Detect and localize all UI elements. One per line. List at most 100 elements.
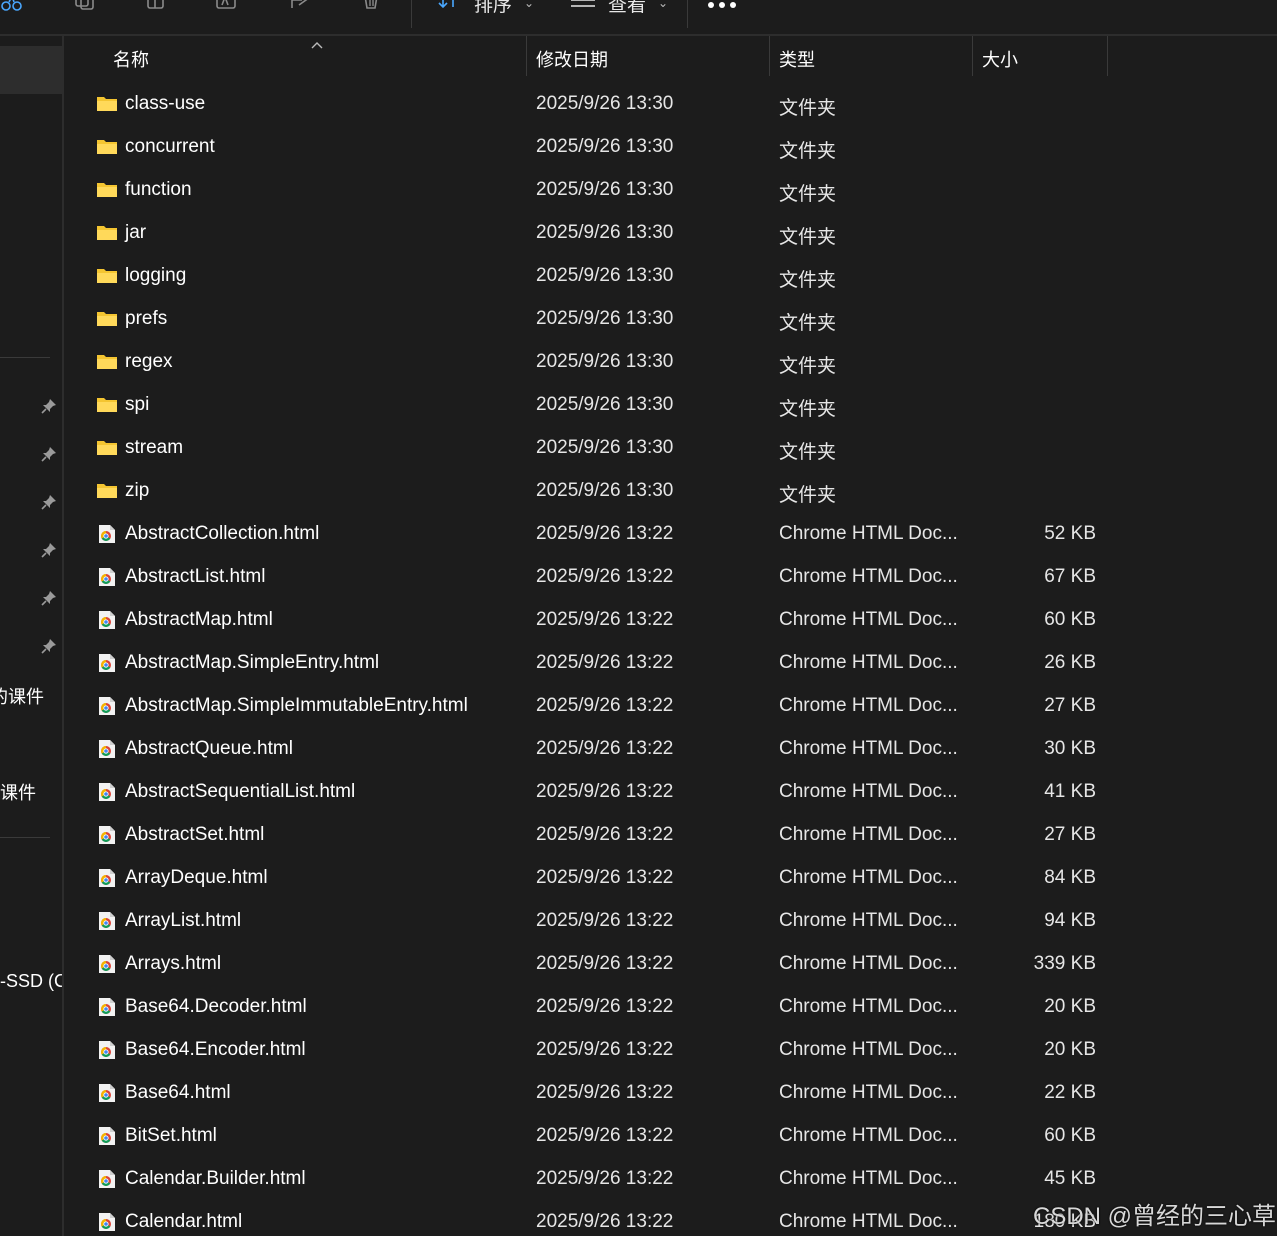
file-size: 339 KB (1033, 953, 1096, 974)
file-row[interactable]: concurrent 2025/9/26 13:30 文件夹 (66, 126, 1277, 169)
file-size: 26 KB (1044, 652, 1096, 673)
column-header-name[interactable]: 名称 (113, 46, 149, 72)
file-row[interactable]: regex 2025/9/26 13:30 文件夹 (66, 341, 1277, 384)
pin-icon (40, 445, 58, 463)
file-date: 2025/9/26 13:30 (536, 351, 674, 372)
sidebar-item-label[interactable]: 课件 (0, 779, 36, 805)
chrome-html-icon (96, 782, 118, 802)
file-type: 文件夹 (779, 356, 837, 377)
file-row[interactable]: AbstractMap.html 2025/9/26 13:22 Chrome … (66, 599, 1277, 642)
file-date: 2025/9/26 13:22 (536, 781, 674, 802)
watermark-text: CSDN @曾经的三心草 (1033, 1203, 1277, 1230)
file-row[interactable]: AbstractSequentialList.html 2025/9/26 13… (66, 771, 1277, 814)
file-size: 60 KB (1044, 1125, 1096, 1146)
file-size: 60 KB (1044, 609, 1096, 630)
sidebar-divider (0, 837, 50, 838)
file-row[interactable]: Arrays.html 2025/9/26 13:22 Chrome HTML … (66, 943, 1277, 986)
file-name: zip (125, 480, 150, 501)
sidebar-item-label[interactable]: -SSD (C (0, 971, 62, 992)
file-name: AbstractMap.SimpleEntry.html (125, 652, 380, 673)
file-size: 52 KB (1044, 523, 1096, 544)
file-size: 30 KB (1044, 738, 1096, 759)
navigation-pane: 的课件 课件 -SSD (C (0, 36, 64, 1236)
pin-icon (40, 589, 58, 607)
file-row[interactable]: ArrayDeque.html 2025/9/26 13:22 Chrome H… (66, 857, 1277, 900)
more-options-icon[interactable] (708, 2, 742, 10)
file-date: 2025/9/26 13:30 (536, 265, 674, 286)
file-name: Arrays.html (125, 953, 222, 974)
file-row[interactable]: BitSet.html 2025/9/26 13:22 Chrome HTML … (66, 1115, 1277, 1158)
file-list: class-use 2025/9/26 13:30 文件夹 concurrent… (66, 83, 1277, 1236)
file-row[interactable]: spi 2025/9/26 13:30 文件夹 (66, 384, 1277, 427)
file-row[interactable]: prefs 2025/9/26 13:30 文件夹 (66, 298, 1277, 341)
column-header-size[interactable]: 大小 (982, 46, 1018, 72)
share-icon[interactable] (0, 0, 26, 14)
file-row[interactable]: class-use 2025/9/26 13:30 文件夹 (66, 83, 1277, 126)
sidebar-selected-item[interactable] (0, 46, 62, 94)
chrome-html-icon (96, 997, 118, 1017)
file-type: 文件夹 (779, 141, 837, 162)
column-divider[interactable] (769, 36, 770, 76)
file-row[interactable]: Base64.html 2025/9/26 13:22 Chrome HTML … (66, 1072, 1277, 1115)
column-divider[interactable] (972, 36, 973, 76)
share-out-icon[interactable] (288, 0, 314, 14)
delete-icon[interactable] (359, 0, 385, 14)
column-divider[interactable] (1107, 36, 1108, 76)
chrome-html-icon (96, 696, 118, 716)
file-date: 2025/9/26 13:22 (536, 1125, 674, 1146)
file-size: 84 KB (1044, 867, 1096, 888)
file-date: 2025/9/26 13:30 (536, 480, 674, 501)
file-row[interactable]: Calendar.Builder.html 2025/9/26 13:22 Ch… (66, 1158, 1277, 1201)
column-header-type[interactable]: 类型 (779, 46, 815, 72)
file-date: 2025/9/26 13:30 (536, 437, 674, 458)
file-date: 2025/9/26 13:22 (536, 953, 674, 974)
file-row[interactable]: ArrayList.html 2025/9/26 13:22 Chrome HT… (66, 900, 1277, 943)
file-row[interactable]: jar 2025/9/26 13:30 文件夹 (66, 212, 1277, 255)
file-type: Chrome HTML Doc... (779, 566, 958, 587)
copy-icon[interactable] (72, 0, 98, 14)
sort-icon (436, 0, 462, 17)
file-date: 2025/9/26 13:22 (536, 1082, 674, 1103)
file-row[interactable]: logging 2025/9/26 13:30 文件夹 (66, 255, 1277, 298)
file-size: 41 KB (1044, 781, 1096, 802)
file-type: Chrome HTML Doc... (779, 738, 958, 759)
file-date: 2025/9/26 13:22 (536, 566, 674, 587)
view-label: 查看 (608, 0, 647, 16)
file-name: AbstractSet.html (125, 824, 265, 845)
file-size: 20 KB (1044, 996, 1096, 1017)
column-header-date[interactable]: 修改日期 (536, 46, 608, 72)
chrome-html-icon (96, 868, 118, 888)
toolbar-divider (411, 0, 412, 28)
file-type: 文件夹 (779, 98, 837, 119)
rename-icon[interactable] (214, 0, 240, 14)
file-row[interactable]: AbstractMap.SimpleEntry.html 2025/9/26 1… (66, 642, 1277, 685)
file-name: Base64.Encoder.html (125, 1039, 306, 1060)
file-date: 2025/9/26 13:22 (536, 867, 674, 888)
view-button[interactable]: 查看 ⌄ (570, 0, 668, 16)
chrome-html-icon (96, 610, 118, 630)
file-row[interactable]: stream 2025/9/26 13:30 文件夹 (66, 427, 1277, 470)
file-row[interactable]: zip 2025/9/26 13:30 文件夹 (66, 470, 1277, 513)
file-row[interactable]: AbstractSet.html 2025/9/26 13:22 Chrome … (66, 814, 1277, 857)
sidebar-item-label[interactable]: 的课件 (0, 683, 44, 709)
sort-button[interactable]: 排序 ⌄ (436, 0, 534, 16)
file-row[interactable]: Base64.Decoder.html 2025/9/26 13:22 Chro… (66, 986, 1277, 1029)
folder-icon (96, 395, 118, 415)
file-type: Chrome HTML Doc... (779, 1082, 958, 1103)
file-type: Chrome HTML Doc... (779, 824, 958, 845)
file-row[interactable]: function 2025/9/26 13:30 文件夹 (66, 169, 1277, 212)
file-type: Chrome HTML Doc... (779, 1039, 958, 1060)
paste-icon[interactable] (143, 0, 169, 14)
file-date: 2025/9/26 13:30 (536, 93, 674, 114)
file-row[interactable]: Base64.Encoder.html 2025/9/26 13:22 Chro… (66, 1029, 1277, 1072)
file-type: 文件夹 (779, 270, 837, 291)
column-divider[interactable] (526, 36, 527, 76)
chrome-html-icon (96, 954, 118, 974)
file-name: concurrent (125, 136, 215, 157)
file-date: 2025/9/26 13:22 (536, 824, 674, 845)
file-row[interactable]: AbstractList.html 2025/9/26 13:22 Chrome… (66, 556, 1277, 599)
file-row[interactable]: AbstractCollection.html 2025/9/26 13:22 … (66, 513, 1277, 556)
file-date: 2025/9/26 13:30 (536, 308, 674, 329)
file-row[interactable]: AbstractQueue.html 2025/9/26 13:22 Chrom… (66, 728, 1277, 771)
file-row[interactable]: AbstractMap.SimpleImmutableEntry.html 20… (66, 685, 1277, 728)
